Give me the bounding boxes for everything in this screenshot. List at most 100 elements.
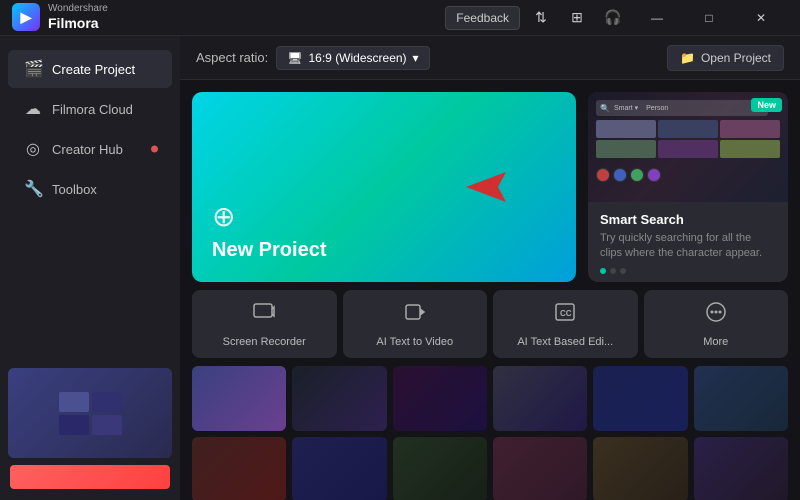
main-layout: 🎬 Create Project ☁ Filmora Cloud ◎ Creat…	[0, 36, 800, 500]
sidebar-bottom-thumb2	[8, 462, 172, 492]
recent-thumbnail	[393, 437, 487, 500]
create-project-icon: 🎬	[24, 59, 42, 79]
sidebar-item-filmora-cloud[interactable]: ☁ Filmora Cloud	[8, 90, 172, 128]
preview-search-bar: 🔍Smart ▾ Person	[596, 100, 768, 116]
top-toolbar: Feedback ⇅ ⊞ 🎧 — □ ✕	[445, 0, 784, 36]
minimize-button[interactable]: —	[634, 0, 680, 36]
aspect-ratio-value: 16:9 (Widescreen)	[309, 51, 407, 65]
sidebar-item-toolbox[interactable]: 🔧 Toolbox	[8, 170, 172, 208]
recent-thumbnail	[292, 437, 386, 500]
filmora-cloud-icon: ☁	[24, 99, 42, 119]
recent-project-item[interactable]	[493, 437, 587, 500]
sidebar-item-label: Toolbox	[52, 182, 97, 197]
open-project-button[interactable]: 📁 Open Project	[667, 45, 784, 71]
preview-cell	[596, 120, 656, 138]
recent-project-item[interactable]	[694, 366, 788, 431]
face-avatars	[588, 166, 788, 184]
dot-1	[600, 268, 606, 274]
recent-thumbnail	[694, 366, 788, 431]
preview-cell	[596, 140, 656, 158]
recent-project-item[interactable]	[393, 366, 487, 431]
recent-thumbnail	[192, 366, 286, 431]
preview-cell	[658, 140, 718, 158]
more-icon	[704, 300, 728, 330]
smart-card-info: Smart Search Try quickly searching for a…	[588, 202, 788, 282]
smart-card-title: Smart Search	[600, 212, 776, 227]
recent-project-item[interactable]	[192, 366, 286, 431]
screen-recorder-label: Screen Recorder	[223, 336, 306, 348]
creator-hub-icon: ◎	[24, 139, 42, 159]
recent-thumbnail	[694, 437, 788, 500]
sidebar-item-label: Creator Hub	[52, 142, 123, 157]
grid-icon-button[interactable]: ⊞	[562, 5, 592, 31]
arrow-decoration	[456, 167, 516, 207]
aspect-ratio-section: Aspect ratio: 🖥 16:9 (Widescreen) ▾	[196, 46, 430, 70]
quick-tools-row: Screen Recorder AI Text to Video CC	[180, 290, 800, 366]
recent-projects-grid	[180, 366, 800, 500]
recent-thumbnail	[393, 366, 487, 431]
preview-cell	[720, 140, 780, 158]
smart-card-preview: 🔍Smart ▾ Person New	[588, 92, 788, 202]
recent-thumbnail	[593, 366, 687, 431]
recent-project-item[interactable]	[292, 366, 386, 431]
smart-search-card[interactable]: 🔍Smart ▾ Person New	[588, 92, 788, 282]
close-button[interactable]: ✕	[738, 0, 784, 36]
headset-icon-button[interactable]: 🎧	[598, 5, 628, 31]
open-project-label: Open Project	[701, 51, 771, 65]
preview-cell	[658, 120, 718, 138]
ai-text-based-icon: CC	[553, 300, 577, 330]
ai-text-to-video-label: AI Text to Video	[376, 336, 453, 348]
ai-text-based-label: AI Text Based Edi...	[517, 336, 613, 348]
screen-recorder-tool[interactable]: Screen Recorder	[192, 290, 337, 358]
recent-project-item[interactable]	[192, 437, 286, 500]
svg-text:CC: CC	[560, 309, 572, 318]
sidebar-item-create-project[interactable]: 🎬 Create Project	[8, 50, 172, 88]
brand-bottom: Filmora	[48, 15, 108, 32]
maximize-button[interactable]: □	[686, 0, 732, 36]
recent-thumbnail	[593, 437, 687, 500]
recent-project-item[interactable]	[593, 437, 687, 500]
recent-project-item[interactable]	[493, 366, 587, 431]
brand-top: Wondershare	[48, 3, 108, 15]
creator-hub-badge	[151, 146, 158, 153]
title-bar: ▶ Wondershare Filmora Feedback ⇅ ⊞ 🎧 — □…	[0, 0, 800, 36]
new-badge: New	[751, 98, 782, 112]
content-topbar: Aspect ratio: 🖥 16:9 (Widescreen) ▾ 📁 Op…	[180, 36, 800, 80]
preview-cell	[720, 120, 780, 138]
feedback-button[interactable]: Feedback	[445, 6, 520, 30]
dot-3	[620, 268, 626, 274]
recent-thumbnail	[493, 437, 587, 500]
new-project-card[interactable]: ⊕ New Proiect	[192, 92, 576, 282]
recent-thumbnail	[292, 366, 386, 431]
sync-icon-button[interactable]: ⇅	[526, 5, 556, 31]
ai-text-based-edit-tool[interactable]: CC AI Text Based Edi...	[493, 290, 638, 358]
open-project-icon: 📁	[680, 51, 695, 65]
recent-thumbnail	[192, 437, 286, 500]
toolbox-icon: 🔧	[24, 179, 42, 199]
card-pagination-dots	[600, 268, 776, 274]
screen-recorder-icon	[252, 300, 276, 330]
ai-text-to-video-tool[interactable]: AI Text to Video	[343, 290, 488, 358]
ai-text-video-icon	[403, 300, 427, 330]
sidebar-thumbnail-area	[0, 360, 180, 500]
dot-2	[610, 268, 616, 274]
recent-project-item[interactable]	[292, 437, 386, 500]
sidebar-item-creator-hub[interactable]: ◎ Creator Hub	[8, 130, 172, 168]
sidebar: 🎬 Create Project ☁ Filmora Cloud ◎ Creat…	[0, 36, 180, 500]
sidebar-item-label: Create Project	[52, 62, 135, 77]
sidebar-thumbnail	[8, 368, 172, 458]
recent-project-item[interactable]	[393, 437, 487, 500]
brand-area: ▶ Wondershare Filmora	[0, 3, 108, 32]
recent-project-item[interactable]	[694, 437, 788, 500]
recent-thumbnail	[493, 366, 587, 431]
more-label: More	[703, 336, 728, 348]
sidebar-item-label: Filmora Cloud	[52, 102, 133, 117]
aspect-ratio-label: Aspect ratio:	[196, 50, 268, 65]
smart-card-description: Try quickly searching for all the clips …	[600, 231, 776, 262]
new-project-label: New Proiect	[212, 239, 556, 262]
more-tool[interactable]: More	[644, 290, 789, 358]
logo-icon: ▶	[12, 3, 40, 31]
recent-project-item[interactable]	[593, 366, 687, 431]
content-area: Aspect ratio: 🖥 16:9 (Widescreen) ▾ 📁 Op…	[180, 36, 800, 500]
aspect-ratio-dropdown[interactable]: 🖥 16:9 (Widescreen) ▾	[276, 46, 429, 70]
